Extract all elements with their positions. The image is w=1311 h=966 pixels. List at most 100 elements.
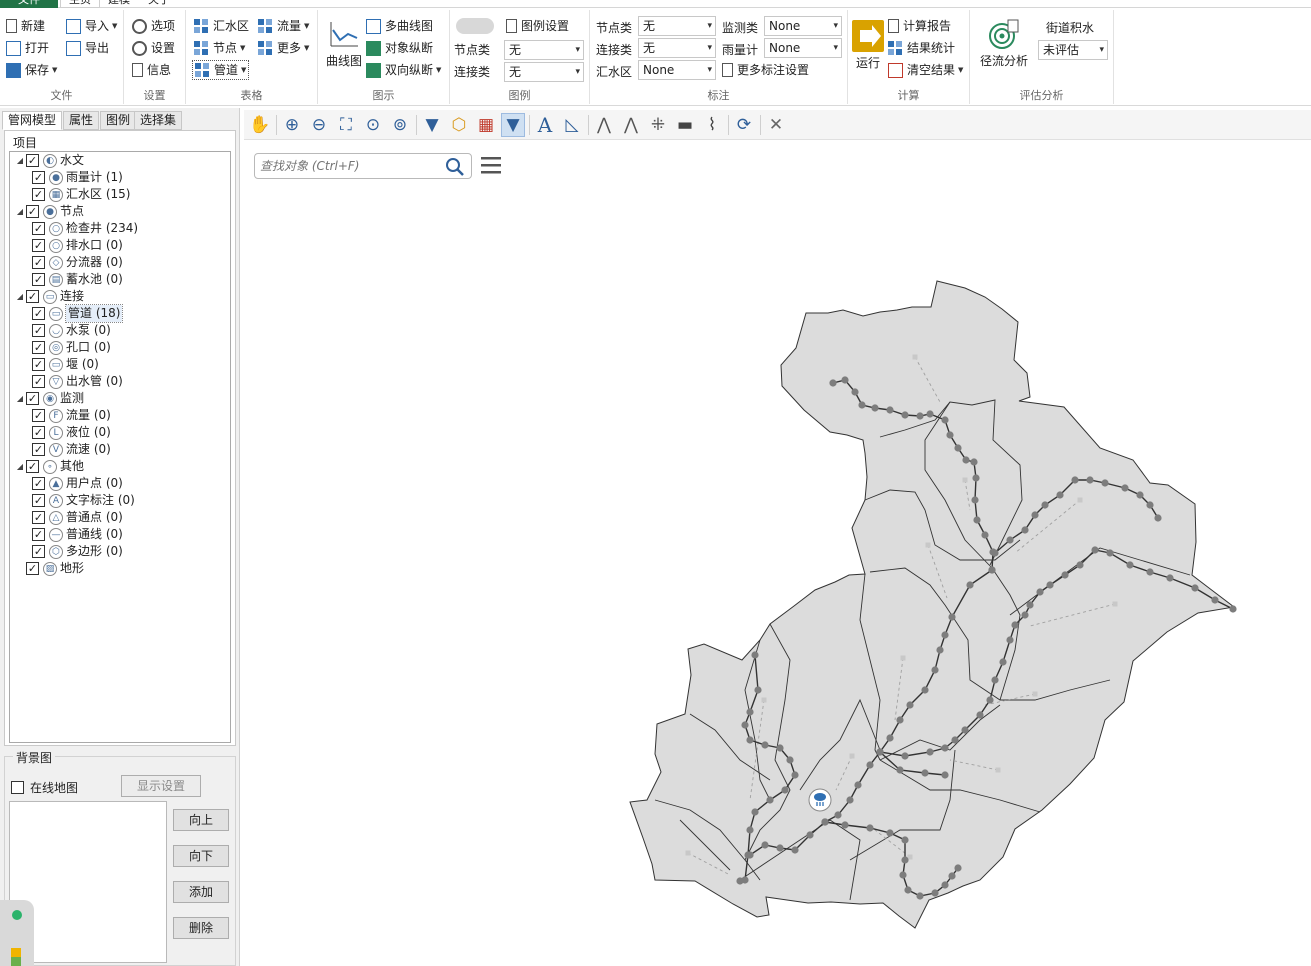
- polygon-select-icon[interactable]: ⬡: [447, 113, 471, 137]
- manhole-node[interactable]: [866, 824, 874, 832]
- manhole-node[interactable]: [754, 686, 762, 694]
- manhole-node[interactable]: [1071, 476, 1079, 484]
- checkbox-checked[interactable]: ✓: [26, 205, 39, 218]
- manhole-node[interactable]: [786, 756, 794, 764]
- manhole-node[interactable]: [736, 877, 744, 885]
- zoom-in-icon[interactable]: ⊕: [280, 113, 304, 137]
- save-button[interactable]: 保存 ▼: [6, 60, 57, 80]
- manhole-node[interactable]: [941, 881, 949, 889]
- info-button[interactable]: 信息: [132, 60, 171, 80]
- clear-results-button[interactable]: 清空结果 ▼: [888, 60, 963, 80]
- add-link-icon[interactable]: ⋀: [619, 113, 643, 137]
- catchment-centroid-marker[interactable]: [925, 542, 931, 548]
- manhole-node[interactable]: [946, 431, 954, 439]
- manhole-node[interactable]: [986, 696, 994, 704]
- network-icon[interactable]: ⁜: [646, 113, 670, 137]
- manhole-node[interactable]: [921, 769, 929, 777]
- catchment-centroid-marker[interactable]: [1112, 601, 1118, 607]
- import-button[interactable]: 导入 ▼: [66, 16, 117, 36]
- manhole-node[interactable]: [1006, 636, 1014, 644]
- manhole-node[interactable]: [876, 748, 884, 756]
- manhole-node[interactable]: [931, 889, 939, 897]
- more-annotation-settings-button[interactable]: 更多标注设置: [722, 60, 809, 80]
- checkbox-checked[interactable]: ✓: [26, 154, 39, 167]
- pan-hand-icon[interactable]: ✋: [248, 113, 272, 137]
- expand-triangle-icon[interactable]: ◢: [14, 152, 26, 169]
- manhole-node[interactable]: [751, 808, 759, 816]
- floating-status-widget[interactable]: [0, 900, 34, 966]
- manhole-node[interactable]: [746, 826, 754, 834]
- manhole-node[interactable]: [746, 851, 754, 859]
- catchment-table-button[interactable]: 汇水区: [194, 16, 249, 36]
- manhole-node[interactable]: [901, 836, 909, 844]
- more-table-button[interactable]: 更多 ▼: [258, 38, 309, 58]
- manhole-node[interactable]: [886, 406, 894, 414]
- curve-chart-button[interactable]: 曲线图: [322, 18, 366, 69]
- tree-item[interactable]: ✓ ▤ 蓄水池 (0): [32, 271, 123, 288]
- tree-item[interactable]: ✓ F 流量 (0): [32, 407, 111, 424]
- filter-select-icon[interactable]: ▼: [501, 113, 525, 137]
- flow-table-button[interactable]: 流量 ▼: [258, 16, 309, 36]
- manhole-node[interactable]: [1041, 501, 1049, 509]
- manhole-node[interactable]: [854, 781, 862, 789]
- manhole-node[interactable]: [761, 741, 769, 749]
- manhole-node[interactable]: [991, 676, 999, 684]
- open-button[interactable]: 打开: [6, 38, 49, 58]
- manhole-node[interactable]: [991, 549, 999, 557]
- manhole-node[interactable]: [746, 708, 754, 716]
- checkbox-checked[interactable]: ✓: [32, 545, 45, 558]
- close-icon[interactable]: ✕: [764, 113, 788, 137]
- manhole-node[interactable]: [931, 666, 939, 674]
- export-button[interactable]: 导出: [66, 38, 109, 58]
- manhole-node[interactable]: [948, 613, 956, 621]
- zoom-previous-icon[interactable]: ⊙: [361, 113, 385, 137]
- checkbox-checked[interactable]: ✓: [32, 239, 45, 252]
- manhole-node[interactable]: [834, 811, 842, 819]
- checkbox-checked[interactable]: ✓: [32, 375, 45, 388]
- manhole-node[interactable]: [901, 752, 909, 760]
- tree-item[interactable]: ✓ ○ 排水口 (0): [32, 237, 123, 254]
- project-tree[interactable]: ◢ ✓ ◐ 水文 ✓ ● 雨量计 (1) ✓ ▦ 汇水区 (15) ◢ ✓ ● 节点 ✓ ○ 检查井 (234)…: [9, 151, 231, 743]
- tree-item[interactable]: ✓ — 普通线 (0): [32, 526, 123, 543]
- manhole-node[interactable]: [1086, 476, 1094, 484]
- manhole-node[interactable]: [791, 846, 799, 854]
- zoom-next-icon[interactable]: ⊚: [388, 113, 412, 137]
- checkbox-checked[interactable]: ✓: [32, 341, 45, 354]
- manhole-node[interactable]: [941, 771, 949, 779]
- checkbox-checked[interactable]: ✓: [32, 443, 45, 456]
- manhole-node[interactable]: [1126, 561, 1134, 569]
- manhole-node[interactable]: [1061, 571, 1069, 579]
- menu-tab-about[interactable]: 关于: [140, 0, 178, 8]
- catchment-centroid-marker[interactable]: [912, 354, 918, 360]
- manhole-node[interactable]: [886, 829, 894, 837]
- expand-triangle-icon[interactable]: ◢: [14, 390, 26, 407]
- legend-settings-button[interactable]: 图例设置: [506, 16, 569, 36]
- checkbox-checked[interactable]: ✓: [26, 290, 39, 303]
- manhole-node[interactable]: [1211, 596, 1219, 604]
- panel-tab-legend[interactable]: 图例: [100, 111, 137, 130]
- object-profile-button[interactable]: 对象纵断: [366, 38, 433, 58]
- catchment-centroid-marker[interactable]: [962, 477, 968, 483]
- run-button[interactable]: 运行: [852, 20, 884, 71]
- annotation-monitor-select[interactable]: None: [764, 16, 842, 36]
- checkbox-checked[interactable]: ✓: [26, 460, 39, 473]
- tree-item[interactable]: ◢ ✓ ◉ 监测: [14, 390, 84, 407]
- result-stats-button[interactable]: 结果统计: [888, 38, 955, 58]
- catchment-map[interactable]: [244, 141, 1311, 966]
- search-input[interactable]: [258, 157, 443, 175]
- catchment-centroid-marker[interactable]: [995, 767, 1001, 773]
- manhole-node[interactable]: [926, 748, 934, 756]
- manhole-node[interactable]: [941, 416, 949, 424]
- manhole-node[interactable]: [741, 721, 749, 729]
- tree-item[interactable]: ✓ ▨ 地形: [14, 560, 84, 577]
- manhole-node[interactable]: [806, 831, 814, 839]
- manhole-node[interactable]: [841, 376, 849, 384]
- manhole-node[interactable]: [926, 410, 934, 418]
- manhole-node[interactable]: [961, 726, 969, 734]
- checkbox-checked[interactable]: ✓: [32, 256, 45, 269]
- expand-triangle-icon[interactable]: ◢: [14, 288, 26, 305]
- panel-tab-network-model[interactable]: 管网模型: [2, 111, 63, 130]
- move-down-button[interactable]: 向下: [173, 845, 229, 867]
- manhole-node[interactable]: [821, 818, 829, 826]
- manhole-node[interactable]: [766, 796, 774, 804]
